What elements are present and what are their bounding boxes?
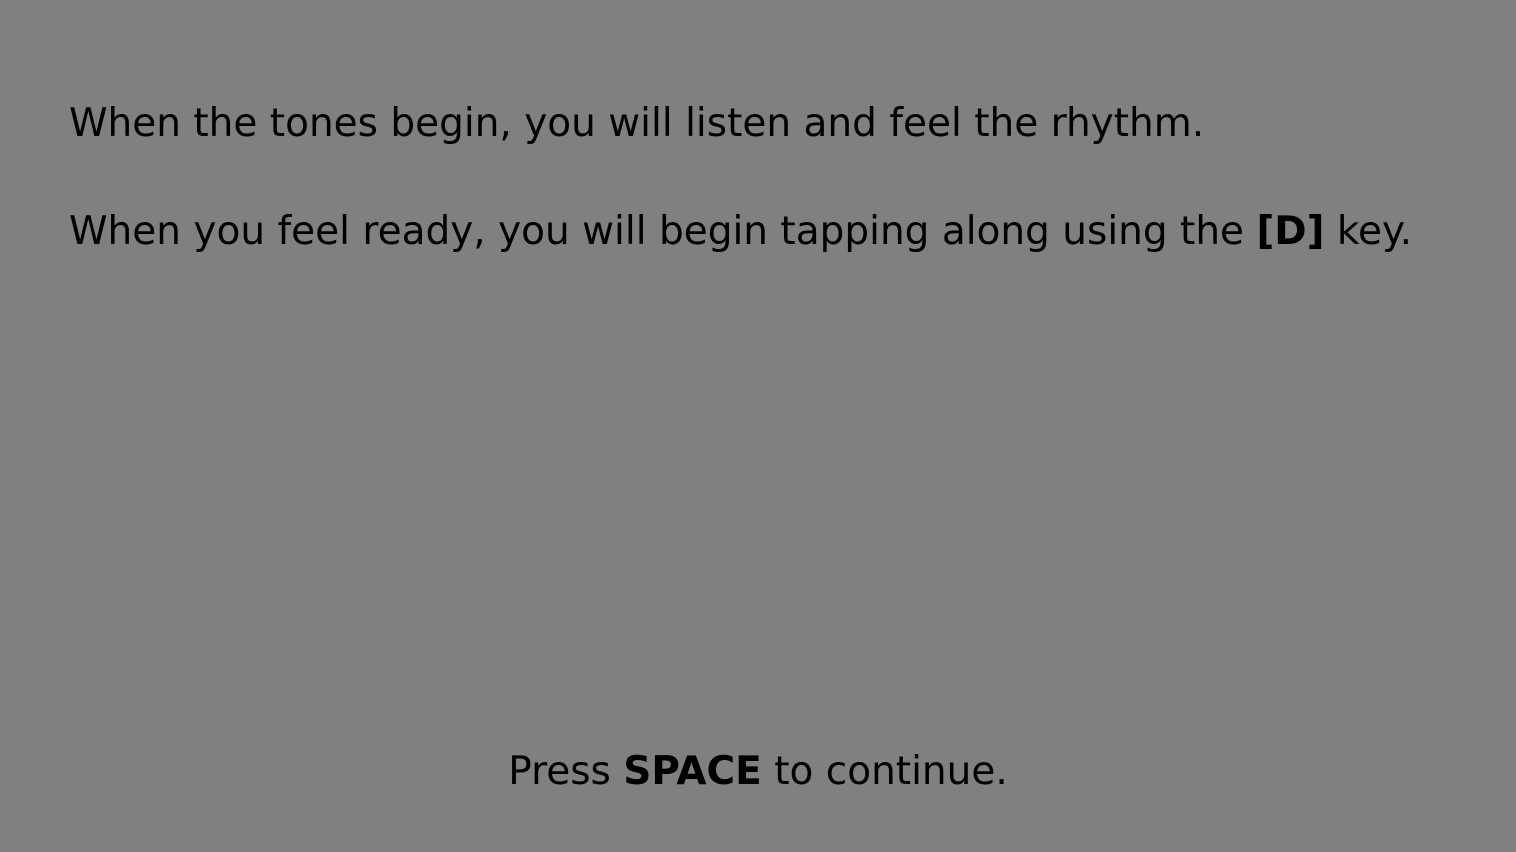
instruction-line-listen: When the tones begin, you will listen an… xyxy=(69,101,1205,146)
continue-prompt-prefix: Press xyxy=(508,749,624,794)
instruction-tapping-text: When you feel ready, you will begin tapp… xyxy=(69,209,1257,254)
instruction-line-tapping: When you feel ready, you will begin tapp… xyxy=(69,206,1469,258)
continue-prompt-suffix: to continue. xyxy=(761,749,1008,794)
continue-prompt: Press SPACE to continue. xyxy=(0,746,1516,798)
instructions-panel: When the tones begin, you will listen an… xyxy=(69,98,1469,258)
instruction-tapping-suffix: key. xyxy=(1324,209,1412,254)
tap-key-label: [D] xyxy=(1256,209,1325,254)
space-key-label: SPACE xyxy=(623,749,762,794)
